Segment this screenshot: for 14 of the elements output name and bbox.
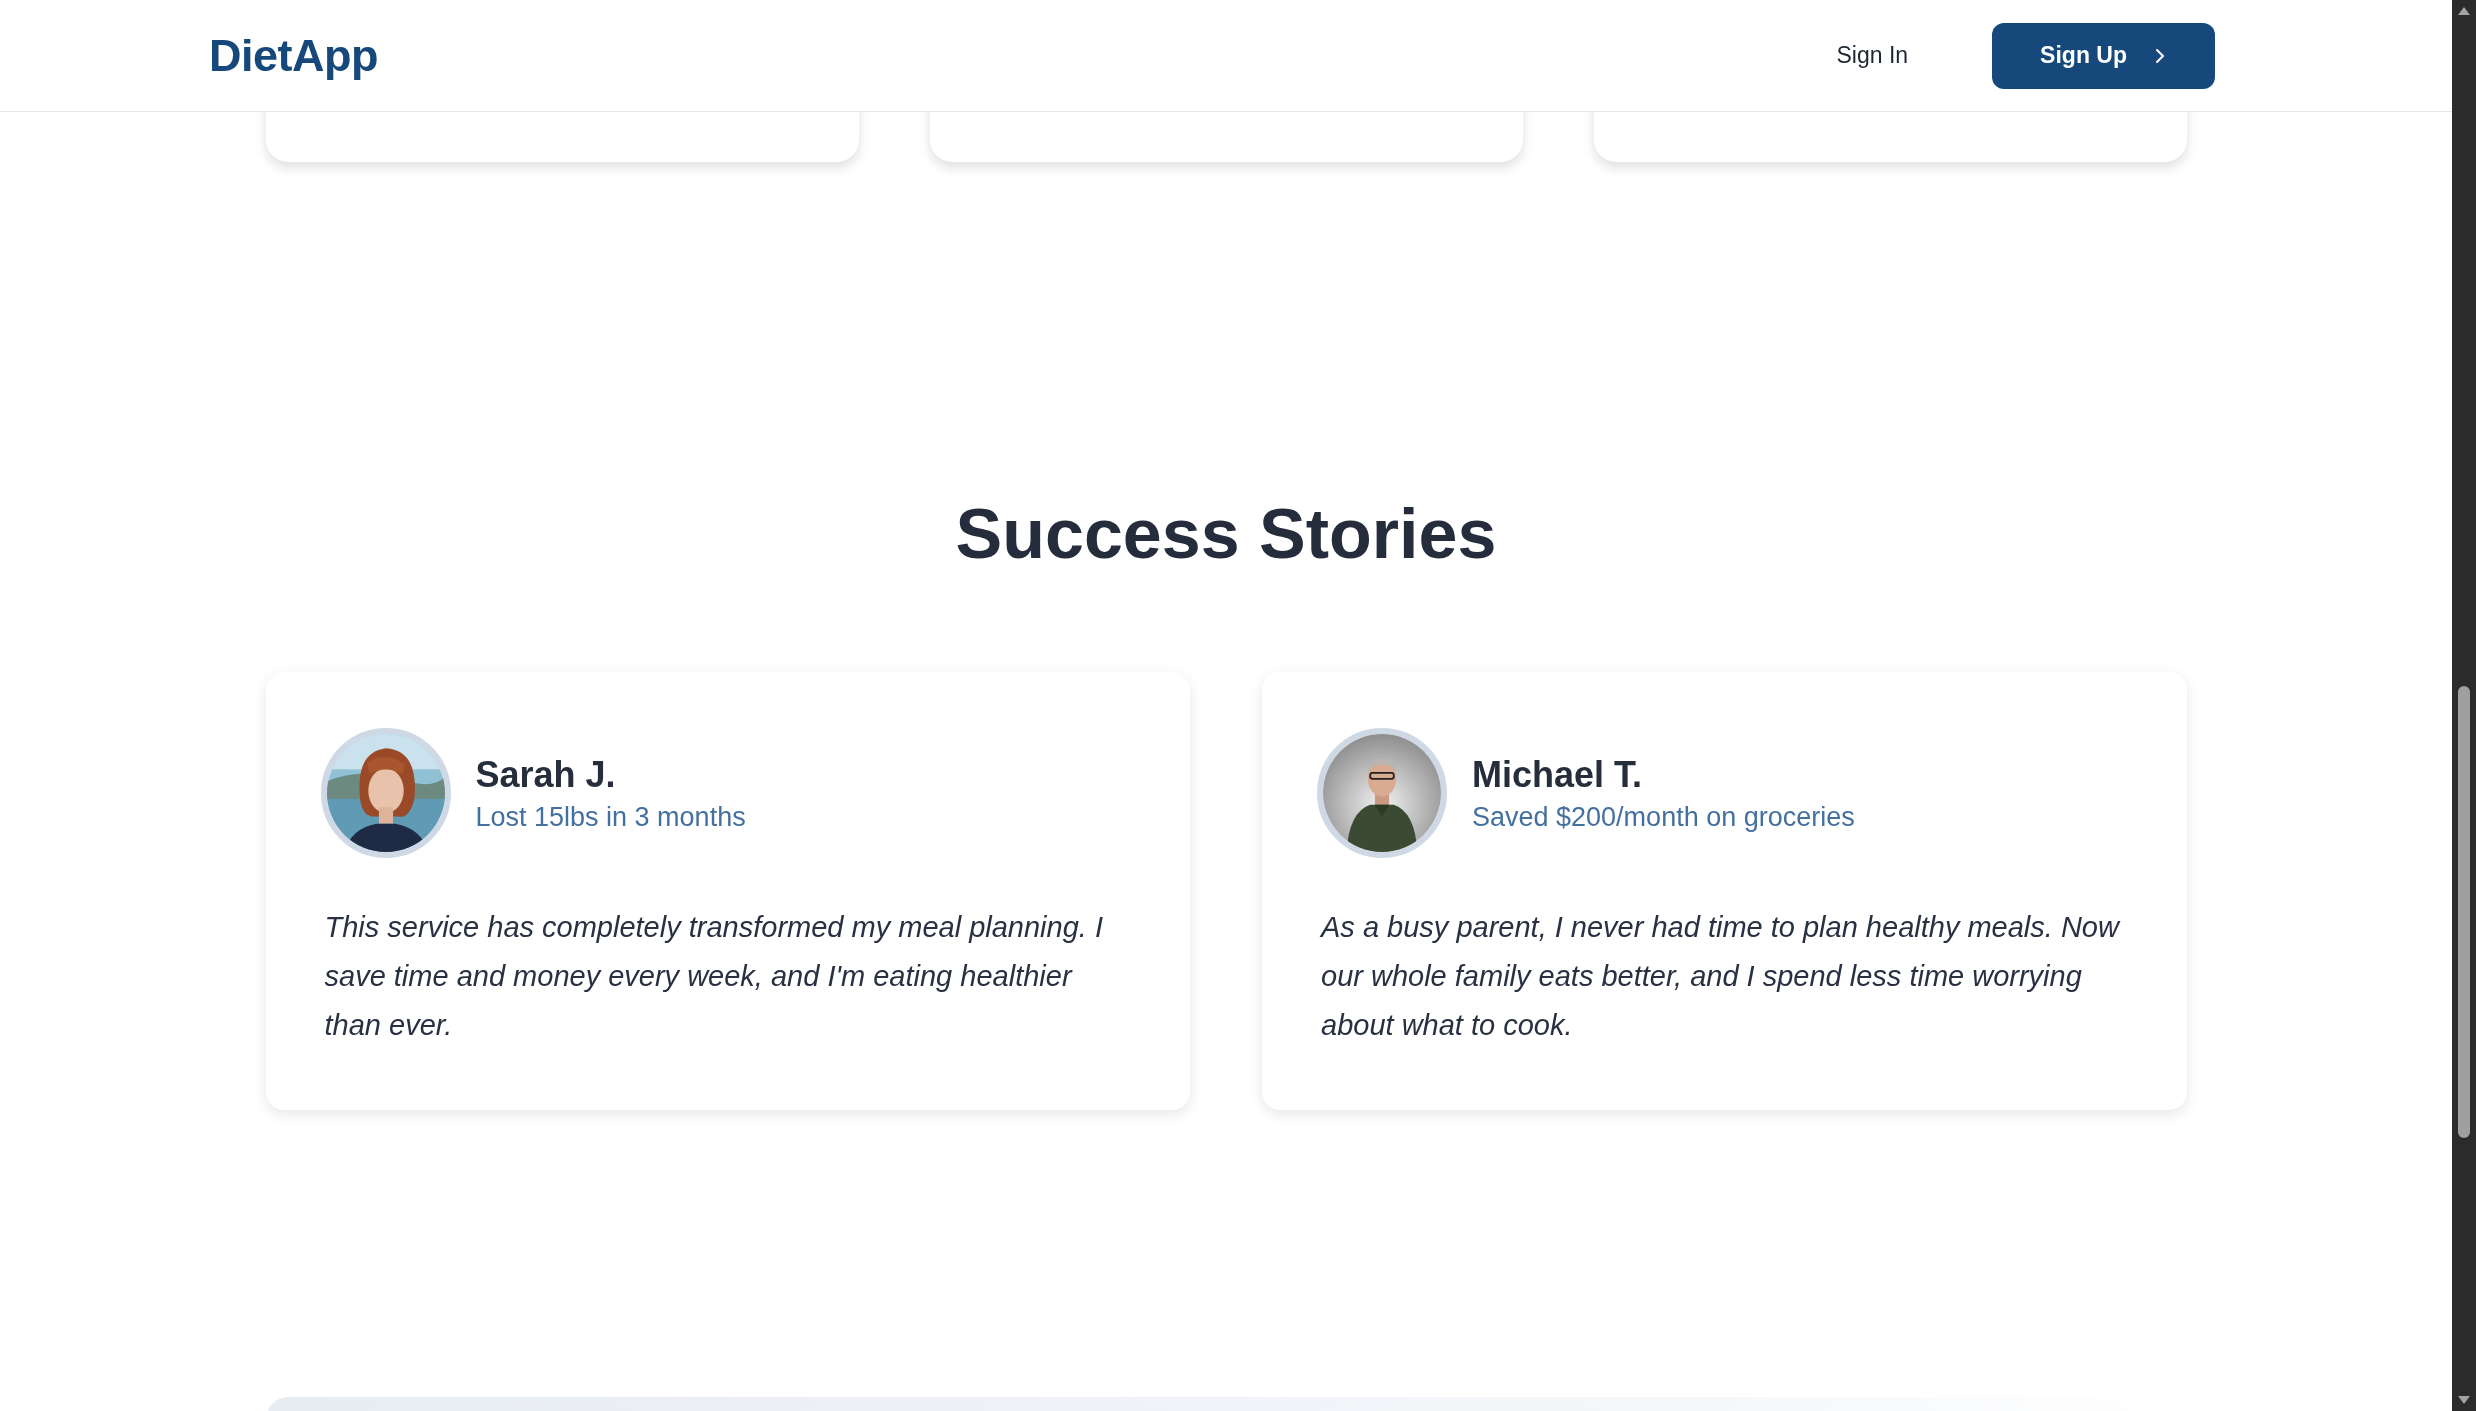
testimonial-quote: As a busy parent, I never had time to plan healthy meals. Now our whole family eats better, and I spend less time worrying about what to cook. xyxy=(1321,910,2122,1043)
customer-result: Lost 15lbs in 3 months xyxy=(475,801,746,833)
sign-up-button[interactable]: Sign Up xyxy=(1992,22,2215,89)
section-title: Success Stories xyxy=(954,494,1498,575)
customer-name: Sarah J. xyxy=(475,753,617,796)
customer-name: Michael T. xyxy=(1472,753,1644,796)
chevron-right-icon xyxy=(2153,46,2167,65)
scrollbar-thumb[interactable] xyxy=(2458,686,2470,1138)
logo[interactable]: DietApp xyxy=(209,29,378,82)
sign-in-link[interactable]: Sign In xyxy=(1832,34,1913,77)
scroll-up-icon[interactable] xyxy=(2458,7,2470,15)
testimonial-quote: This service has completely transformed my meal planning. I save time and money every week, and I'm eating healthier than ever. xyxy=(324,910,1104,1043)
scroll-down-icon[interactable] xyxy=(2458,1396,2470,1404)
customer-result: Saved $200/month on groceries xyxy=(1472,801,1855,833)
